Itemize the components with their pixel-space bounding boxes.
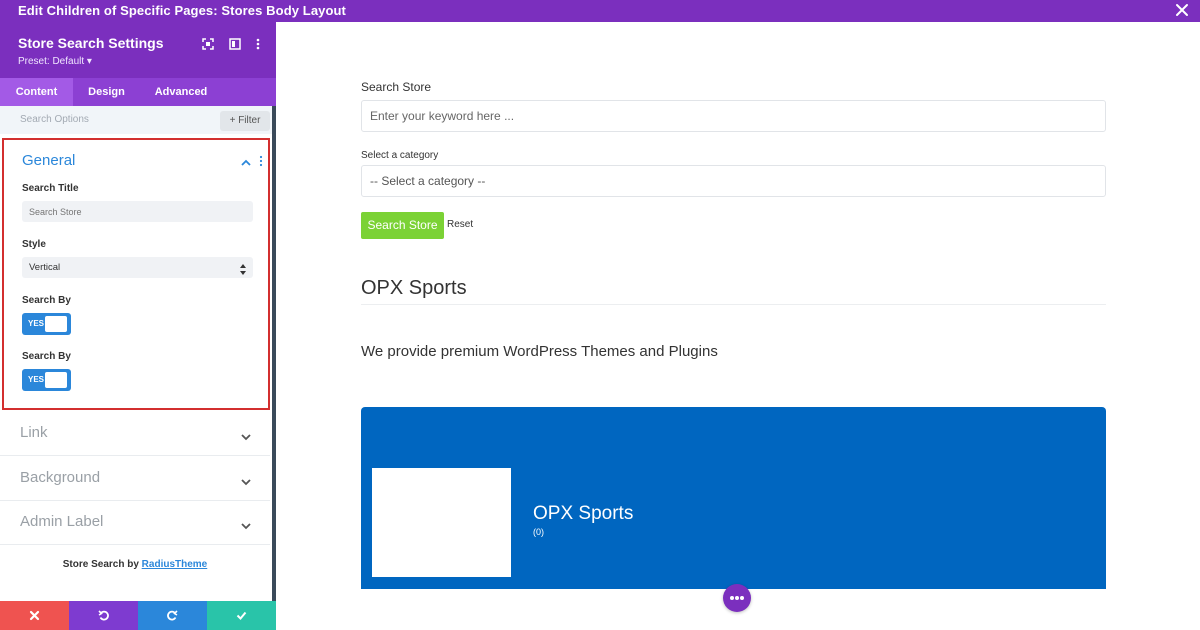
credit-prefix: Store Search by bbox=[62, 559, 142, 570]
section-background[interactable]: Background bbox=[0, 457, 270, 501]
close-icon bbox=[29, 610, 40, 621]
search-options-input[interactable]: Search Options bbox=[20, 114, 89, 125]
preview-search-label: Search Store bbox=[361, 80, 432, 94]
general-section-title[interactable]: General bbox=[22, 152, 75, 169]
save-button[interactable] bbox=[207, 601, 276, 630]
settings-panel: Store Search Settings Preset: Default ▾ … bbox=[0, 22, 276, 630]
undo-button[interactable] bbox=[69, 601, 138, 630]
tab-bar: Content Design Advanced bbox=[0, 78, 276, 106]
kebab-icon[interactable] bbox=[251, 37, 265, 51]
general-section: General Search Title Style Vertical Sear… bbox=[2, 138, 270, 410]
window-title: Edit Children of Specific Pages: Stores … bbox=[18, 3, 346, 18]
preview-category-label: Select a category bbox=[361, 150, 439, 161]
search-by-toggle-2[interactable]: YES bbox=[22, 369, 71, 391]
toggle-yes-label: YES bbox=[28, 375, 45, 384]
style-label: Style bbox=[22, 239, 46, 250]
store-title: OPX Sports bbox=[361, 277, 467, 299]
credit-line: Store Search by RadiusTheme bbox=[0, 559, 270, 570]
preview-search-input[interactable]: Enter your keyword here ... bbox=[361, 100, 1106, 132]
toggle-knob bbox=[45, 372, 67, 388]
search-title-input[interactable] bbox=[22, 201, 253, 222]
undo-icon bbox=[98, 610, 109, 621]
section-admin-label[interactable]: Admin Label bbox=[0, 501, 270, 545]
redo-icon bbox=[167, 610, 178, 621]
top-bar: Edit Children of Specific Pages: Stores … bbox=[0, 0, 1200, 22]
close-icon[interactable] bbox=[1174, 2, 1190, 18]
store-card-image bbox=[372, 468, 511, 577]
more-options-button[interactable] bbox=[723, 584, 751, 612]
check-icon bbox=[236, 611, 247, 620]
chevron-down-icon bbox=[240, 474, 252, 486]
search-by-label-2: Search By bbox=[22, 351, 71, 362]
section-label: Background bbox=[20, 469, 101, 486]
store-description: We provide premium WordPress Themes and … bbox=[361, 343, 718, 360]
toggle-yes-label: YES bbox=[28, 319, 45, 328]
tab-advanced[interactable]: Advanced bbox=[140, 78, 222, 106]
preview-category-select[interactable]: -- Select a category -- bbox=[361, 165, 1106, 197]
preview-reset-link[interactable]: Reset bbox=[447, 219, 473, 230]
discard-button[interactable] bbox=[0, 601, 69, 630]
store-card[interactable]: OPX Sports (0) bbox=[361, 407, 1106, 589]
chevron-down-icon bbox=[240, 429, 252, 441]
section-label: Admin Label bbox=[20, 513, 104, 530]
section-link[interactable]: Link bbox=[0, 412, 270, 456]
fullscreen-icon[interactable] bbox=[201, 37, 215, 51]
panel-header: Store Search Settings Preset: Default ▾ bbox=[0, 22, 276, 78]
sidebar-icon[interactable] bbox=[228, 37, 242, 51]
dot-icon bbox=[730, 596, 734, 600]
style-select-value: Vertical bbox=[29, 262, 61, 273]
chevron-up-icon[interactable] bbox=[240, 156, 252, 168]
preview-search-button[interactable]: Search Store bbox=[361, 212, 444, 239]
search-by-label-1: Search By bbox=[22, 295, 71, 306]
section-kebab-icon[interactable] bbox=[258, 154, 264, 168]
search-title-label: Search Title bbox=[22, 183, 79, 194]
chevron-down-icon bbox=[240, 518, 252, 530]
panel-title: Store Search Settings bbox=[18, 35, 164, 51]
search-by-toggle-1[interactable]: YES bbox=[22, 313, 71, 335]
redo-button[interactable] bbox=[138, 601, 207, 630]
preset-dropdown[interactable]: Preset: Default ▾ bbox=[18, 56, 92, 67]
select-arrows-icon bbox=[240, 262, 246, 275]
search-options-row: Search Options + Filter bbox=[0, 106, 276, 134]
tab-design[interactable]: Design bbox=[73, 78, 140, 106]
store-card-count: (0) bbox=[533, 527, 544, 537]
toggle-knob bbox=[45, 316, 67, 332]
panel-scrollbar[interactable] bbox=[272, 106, 276, 616]
tab-content[interactable]: Content bbox=[0, 78, 73, 106]
divider bbox=[361, 304, 1106, 305]
filter-button[interactable]: + Filter bbox=[220, 111, 270, 131]
radiustheme-link[interactable]: RadiusTheme bbox=[142, 559, 208, 570]
dot-icon bbox=[735, 596, 739, 600]
style-select[interactable]: Vertical bbox=[22, 257, 253, 278]
store-card-name[interactable]: OPX Sports bbox=[533, 503, 633, 525]
bottom-action-bar bbox=[0, 601, 276, 630]
section-label: Link bbox=[20, 424, 48, 441]
dot-icon bbox=[740, 596, 744, 600]
